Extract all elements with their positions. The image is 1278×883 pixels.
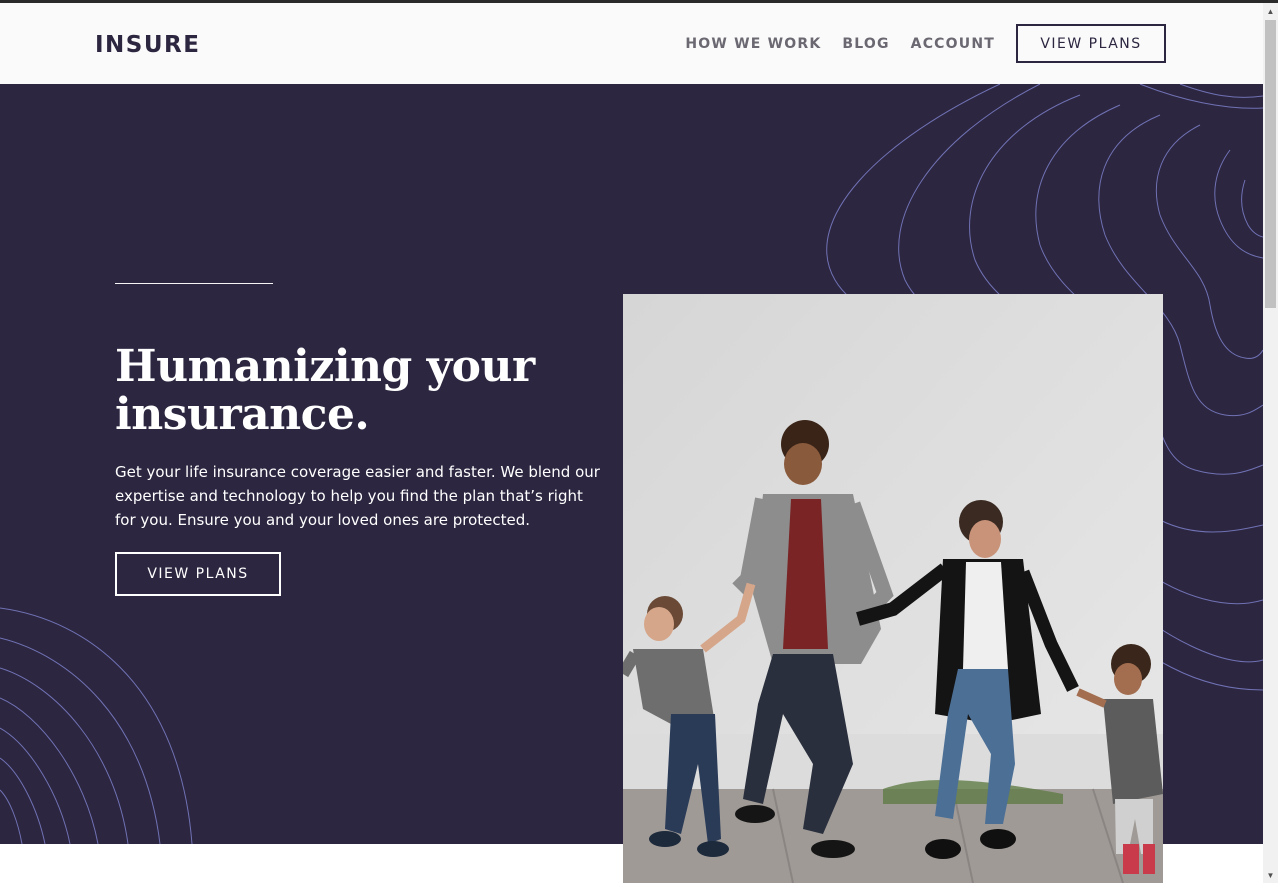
header-view-plans-button[interactable]: VIEW PLANS (1016, 24, 1166, 63)
hero-divider (115, 283, 273, 284)
contour-pattern-left (0, 607, 193, 844)
nav-link-how-we-work[interactable]: HOW WE WORK (685, 36, 821, 52)
hero-view-plans-button[interactable]: VIEW PLANS (115, 552, 281, 596)
scrollbar-thumb[interactable] (1265, 20, 1276, 308)
hero-description: Get your life insurance coverage easier … (115, 463, 600, 529)
logo[interactable]: INSURE (95, 32, 200, 58)
scroll-up-arrow-icon[interactable]: ▲ (1263, 3, 1278, 19)
main-nav: HOW WE WORK BLOG ACCOUNT VIEW PLANS (664, 24, 1166, 63)
site-header: INSURE HOW WE WORK BLOG ACCOUNT VIEW PLA… (0, 3, 1263, 84)
hero-title: Humanizing your insurance. (115, 341, 535, 440)
nav-link-account[interactable]: ACCOUNT (911, 36, 995, 52)
family-photo (623, 294, 1163, 883)
page-scrollbar[interactable]: ▲ ▼ (1263, 3, 1278, 883)
nav-link-blog[interactable]: BLOG (842, 36, 889, 52)
scroll-down-arrow-icon[interactable]: ▼ (1263, 867, 1278, 883)
family-photo-illustration (623, 294, 1163, 883)
